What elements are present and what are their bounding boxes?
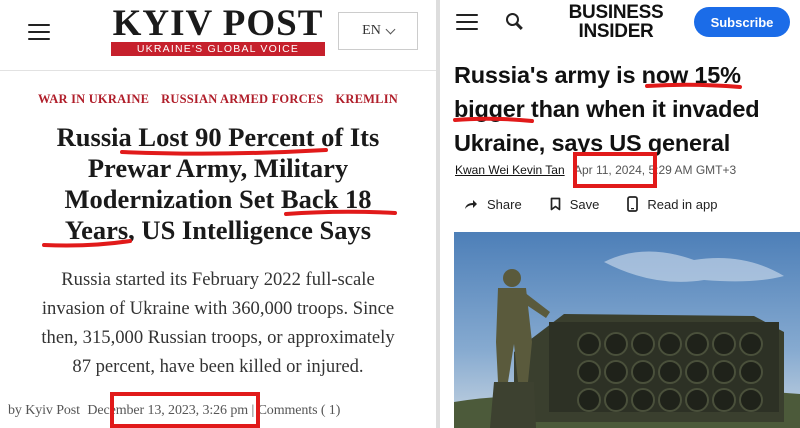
article-photo (454, 232, 800, 428)
menu-icon[interactable] (28, 24, 50, 41)
headline-line: Russia's army is now 15% (454, 62, 741, 88)
headline-line: Russia Lost 90 Percent of Its (56, 122, 380, 152)
logo-line: INSIDER (578, 21, 654, 42)
share-icon (465, 200, 477, 209)
category-tags: WAR IN UKRAINE RUSSIAN ARMED FORCES KREM… (0, 92, 436, 107)
share-label: Share (487, 196, 522, 212)
summary-line: Russia started its February 2022 full-sc… (61, 269, 375, 290)
search-icon[interactable] (506, 13, 523, 30)
byline-author[interactable]: by Kyiv Post (8, 403, 80, 418)
language-selector-label: EN (362, 23, 381, 38)
byline-date: December 13, 2023, (87, 403, 200, 418)
language-selector[interactable]: EN (338, 12, 418, 50)
read-in-app-label: Read in app (647, 196, 718, 212)
headline-line: Ukraine, says US general (454, 130, 731, 156)
chevron-down-icon (385, 24, 396, 34)
author-link[interactable]: Kwan Wei Kevin Tan (455, 163, 565, 177)
byline-time: 3:26 pm (202, 403, 249, 418)
logo-line: BUSINESS (568, 2, 664, 23)
phone-icon (627, 196, 639, 212)
article-byline: Kwan Wei Kevin Tan Apr 11, 2024, 5:29 AM… (455, 163, 800, 177)
kyiv-post-page: KYIV POST UKRAINE'S GLOBAL VOICE EN WAR … (0, 0, 436, 428)
tag-kremlin[interactable]: KREMLIN (336, 92, 399, 107)
header-divider (0, 70, 436, 71)
headline-line: Prewar Army, Military (87, 153, 349, 183)
headline-line: Years, US Intelligence Says (64, 215, 372, 245)
tag-war-in-ukraine[interactable]: WAR IN UKRAINE (38, 92, 149, 107)
business-insider-page: BUSINESS INSIDER Subscribe Russia's army… (440, 0, 800, 428)
byline-time: 5:29 AM GMT+3 (648, 163, 737, 177)
article-headline: Russia's army is now 15% bigger than whe… (454, 58, 800, 160)
article-headline: Russia Lost 90 Percent of Its Prewar Arm… (14, 122, 422, 246)
headline-line: bigger than when it invaded (454, 96, 760, 122)
kyiv-post-tagline: UKRAINE'S GLOBAL VOICE (111, 42, 325, 56)
business-insider-logo[interactable]: BUSINESS INSIDER (560, 3, 672, 41)
summary-line: then, 315,000 Russian troops, or approxi… (41, 327, 395, 348)
kyiv-post-logo[interactable]: KYIV POST (108, 4, 328, 44)
summary-line: 87 percent, have been killed or injured. (72, 356, 364, 377)
article-actions: Share Save Read in app (464, 196, 717, 212)
article-summary: Russia started its February 2022 full-sc… (10, 265, 426, 381)
read-in-app-button[interactable]: Read in app (627, 196, 717, 212)
save-label: Save (569, 196, 600, 212)
save-button[interactable]: Save (550, 196, 600, 212)
byline-date: Apr 11, 2024, (573, 163, 646, 177)
menu-icon[interactable] (456, 14, 478, 31)
comments-link[interactable]: | Comments ( 1) (251, 403, 340, 418)
share-button[interactable]: Share (464, 197, 522, 212)
bookmark-icon (550, 197, 561, 211)
subscribe-button[interactable]: Subscribe (694, 7, 790, 37)
tag-russian-armed-forces[interactable]: RUSSIAN ARMED FORCES (161, 92, 323, 107)
headline-line: Modernization Set Back 18 (64, 184, 372, 214)
summary-line: invasion of Ukraine with 360,000 troops.… (41, 298, 395, 319)
rocket-launcher-image (454, 232, 800, 428)
article-byline: by Kyiv Post December 13, 2023, 3:26 pm … (8, 403, 432, 419)
